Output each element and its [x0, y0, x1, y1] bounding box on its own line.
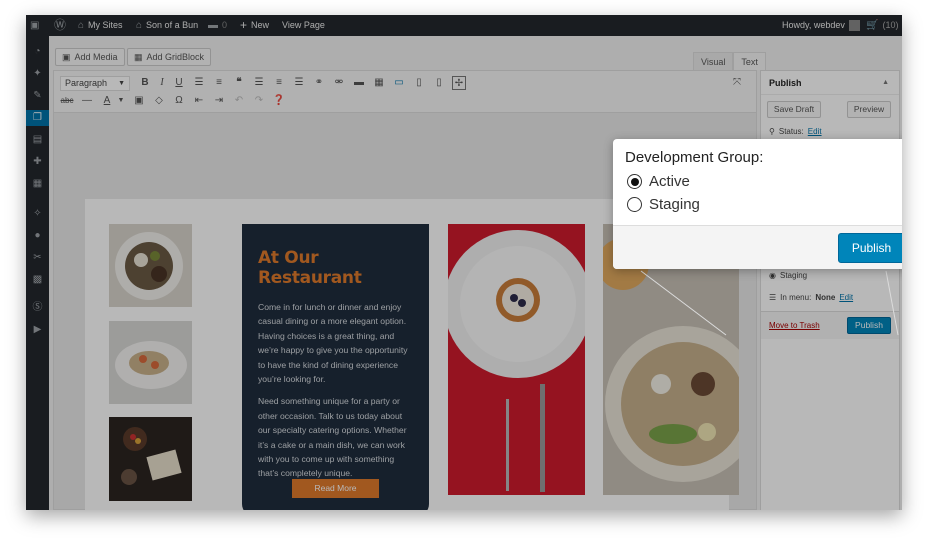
- radio-checked-icon[interactable]: [627, 174, 642, 189]
- popup-publish-button[interactable]: Publish: [838, 233, 902, 263]
- radio-unchecked-icon[interactable]: [627, 197, 642, 212]
- popup-footer: Publish: [613, 225, 902, 269]
- development-group-popup: Development Group: Active Staging Publis…: [613, 139, 902, 269]
- radio-option-staging[interactable]: Staging: [627, 196, 700, 213]
- browser-frame: ▣ Ⓦ ⌂ My Sites ⌂ Son of a Bun ▬ 0 + New View…: [26, 15, 902, 510]
- popup-title: Development Group:: [625, 149, 764, 166]
- radio-option-active[interactable]: Active: [627, 173, 690, 190]
